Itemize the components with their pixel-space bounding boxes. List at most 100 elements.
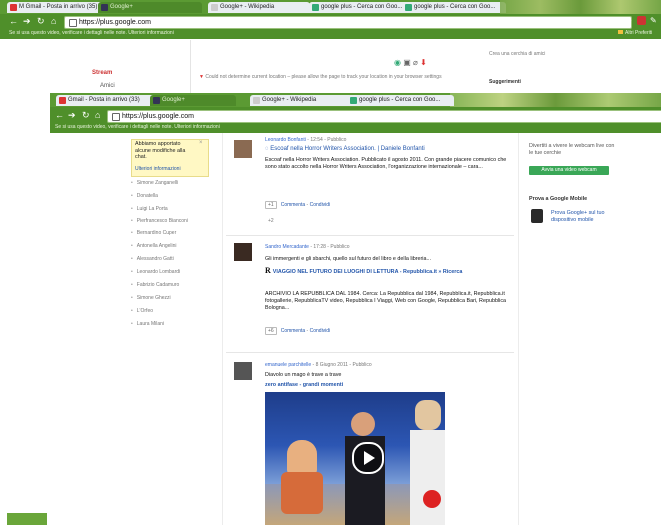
post-author[interactable]: Sandro Mercadante — [265, 244, 309, 250]
home-icon[interactable]: ⌂ — [95, 110, 100, 121]
post-meta: - 12:54 - Pubblico — [307, 137, 347, 143]
bookmarks-label: Altri Preferiti — [625, 30, 653, 36]
person-seated — [287, 440, 317, 474]
plus-one-button[interactable]: +1 — [265, 201, 277, 209]
back-toolbar-icons: ◉ ▣ ⌀ ⬇ — [394, 58, 427, 67]
person-seated-body — [281, 472, 323, 514]
post-link-title[interactable]: ◌ Escoaf nella Horror Writers Associatio… — [265, 146, 505, 153]
mobile-link[interactable]: Prova Google+ sul tuo dispositivo mobile — [551, 210, 621, 224]
back-arrow-icon[interactable]: ← — [55, 110, 64, 121]
google-search-icon — [405, 4, 412, 11]
play-icon — [364, 451, 375, 465]
post-author-line: Sandro Mercadante - 17:28 - Pubblico — [265, 244, 350, 250]
camera-icon[interactable]: ◉ — [394, 58, 401, 67]
chat-contact[interactable]: L'Orfeo — [131, 308, 153, 314]
other-bookmarks[interactable]: Altri Preferiti — [618, 30, 652, 36]
share-link[interactable]: Condividi — [310, 328, 331, 334]
post-author[interactable]: Leonardo Bonfanti — [265, 137, 306, 143]
gmail-icon — [10, 4, 17, 11]
reload-icon[interactable]: ↻ — [82, 110, 90, 121]
chat-contact[interactable]: Fabrizio Cadamuro — [131, 282, 180, 288]
invite-text: Divertiti a vivere le webcam live con le… — [529, 143, 615, 156]
reload-icon[interactable]: ↻ — [37, 16, 45, 27]
google-search-icon — [350, 97, 357, 104]
wikipedia-icon — [211, 4, 218, 11]
back-tab-gmail[interactable]: M Gmail - Posta in arrivo (35) — [7, 2, 105, 13]
front-tab-wikipedia[interactable]: Google+ - Wikipedia — [250, 95, 352, 106]
back-side-sub[interactable]: Amici — [100, 83, 115, 89]
post-author-line: emanuele parchitelle - 8 Giugno 2011 - P… — [265, 362, 372, 368]
front-address-bar[interactable]: https://plus.google.com — [107, 110, 661, 123]
post-meta: - 17:28 - Pubblico — [310, 244, 350, 250]
tab-label: google plus - Cerca con Goo... — [359, 97, 441, 103]
back-arrow-icon[interactable]: ← — [9, 16, 18, 27]
chat-notice-text: Abbiamo apportato alcune modifiche alla … — [135, 141, 186, 160]
taskbar-fragment — [7, 513, 47, 525]
folder-icon — [618, 30, 623, 34]
chat-contact[interactable]: Donatella — [131, 193, 158, 199]
location-warning: ▼ Could not determine current location –… — [199, 74, 449, 81]
grass-background — [450, 93, 661, 107]
back-right-mid: Suggerimenti — [489, 79, 521, 85]
avatar[interactable] — [234, 362, 252, 380]
home-icon[interactable]: ⌂ — [51, 16, 56, 27]
google-search-icon — [312, 4, 319, 11]
alarm-clock-prop — [423, 490, 441, 508]
chat-contact[interactable]: Simone Ghezzi — [131, 295, 171, 301]
video-thumbnail[interactable] — [265, 392, 445, 525]
tab-label: Google+ — [110, 4, 133, 10]
tab-label: google plus - Cerca con Goo... — [414, 4, 496, 10]
front-tab-googleplus[interactable]: Google+ — [150, 95, 236, 106]
chat-contact[interactable]: Antonella Angelini — [131, 243, 177, 249]
chat-contact[interactable]: Luigi La Porta — [131, 206, 168, 212]
tab-label: M Gmail - Posta in arrivo (35) — [19, 4, 98, 10]
share-link[interactable]: Condividi — [310, 202, 331, 208]
back-tab-wikipedia[interactable]: Google+ - Wikipedia — [208, 2, 310, 13]
avatar[interactable] — [234, 243, 252, 261]
link-icon[interactable]: ⌀ — [413, 58, 418, 67]
location-pin-icon[interactable]: ⬇ — [420, 58, 427, 67]
post-actions: +1 Commenta - Condividi — [265, 201, 330, 209]
start-hangout-button[interactable]: Avvia una video webcam — [529, 166, 609, 175]
star-icon[interactable]: ☆ — [624, 16, 632, 27]
chat-notice-link[interactable]: Ulteriori informazioni — [135, 166, 181, 172]
back-tab-search-1[interactable]: google plus - Cerca con Goo... — [309, 2, 409, 13]
comment-link[interactable]: Commenta — [281, 202, 305, 208]
chat-contact[interactable]: Laura Milani — [131, 321, 164, 327]
chat-contact[interactable]: Leonardo Lombardi — [131, 269, 180, 275]
person-right-body — [410, 430, 445, 525]
tab-label: google plus - Cerca con Goo... — [321, 4, 403, 10]
gmail-icon — [59, 97, 66, 104]
extension-icon[interactable] — [637, 16, 646, 25]
post-author[interactable]: emanuele parchitelle — [265, 362, 311, 368]
chat-contact[interactable]: Simone Zanganelli — [131, 180, 178, 186]
post-separator — [226, 235, 514, 236]
back-tab-googleplus[interactable]: Google+ — [98, 2, 202, 13]
lock-icon — [69, 19, 77, 27]
back-tab-search-2[interactable]: google plus - Cerca con Goo... — [402, 2, 506, 13]
photo-icon[interactable]: ▣ — [403, 58, 411, 67]
chat-contact[interactable]: Bernardino Cuper — [131, 230, 176, 236]
comment-link[interactable]: Commenta — [281, 328, 305, 334]
close-icon[interactable]: × — [199, 140, 203, 146]
mobile-phone-icon — [531, 209, 543, 223]
back-address-bar[interactable]: https://plus.google.com — [64, 16, 632, 29]
chat-contact[interactable]: Pierfrancesco Bianconi — [131, 218, 188, 224]
avatar[interactable] — [234, 140, 252, 158]
forward-arrow-icon[interactable]: ➔ — [68, 110, 76, 121]
forward-arrow-icon[interactable]: ➔ — [23, 16, 31, 27]
play-button[interactable] — [352, 442, 384, 474]
front-tab-search[interactable]: google plus - Cerca con Goo... — [347, 95, 454, 106]
plus-one-button[interactable]: +6 — [265, 327, 277, 335]
front-tab-gmail[interactable]: Gmail - Posta in arrivo (33) — [56, 95, 156, 106]
wrench-icon[interactable]: ✎ — [650, 16, 657, 25]
chat-contact[interactable]: Alessandro Gatti — [131, 256, 174, 262]
post-author-line: Leonardo Bonfanti - 12:54 - Pubblico — [265, 137, 346, 143]
post-link-title[interactable]: zero antifase - grandi momenti — [265, 382, 505, 389]
post-link-title[interactable]: R VIAGGIO NEL FUTURO DEI LUOGHI DI LETTU… — [265, 267, 505, 276]
lock-icon — [112, 113, 120, 121]
back-side-title[interactable]: Stream — [92, 70, 112, 76]
post-body: Escoaf nella Horror Writers Association.… — [265, 157, 507, 170]
location-warning-text: Could not determine current location – p… — [205, 74, 442, 80]
back-right-top: Crea una cerchia di amici — [489, 51, 546, 57]
